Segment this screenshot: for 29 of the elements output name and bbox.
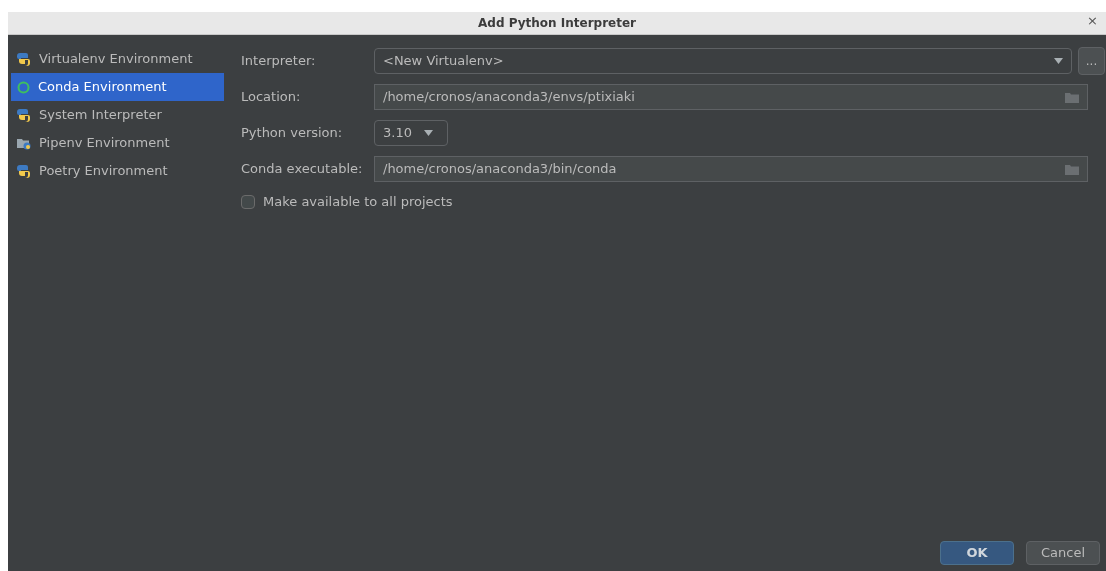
field-label: Conda executable: bbox=[241, 160, 364, 179]
snake-icon bbox=[17, 108, 31, 122]
caret-icon bbox=[1054, 58, 1063, 64]
snake-icon bbox=[17, 52, 31, 66]
close-button[interactable]: × bbox=[1083, 14, 1102, 27]
sidebar-item[interactable]: Virtualenv Environment bbox=[11, 45, 224, 73]
interpreter-dropdown[interactable]: <New Virtualenv> bbox=[374, 48, 1072, 74]
caret-icon bbox=[423, 130, 433, 136]
snake-icon bbox=[17, 164, 31, 178]
field-label: Location: bbox=[241, 88, 302, 107]
field-label: Python version: bbox=[241, 124, 344, 143]
browse-button[interactable]: ... bbox=[1078, 47, 1105, 75]
ok-button[interactable]: OK bbox=[940, 541, 1014, 565]
sidebar-item[interactable]: Conda Environment bbox=[11, 73, 224, 101]
sidebar-item[interactable]: Poetry Environment bbox=[11, 157, 224, 185]
sidebar-item[interactable]: Pipenv Environment bbox=[11, 129, 224, 157]
window-title: Add Python Interpreter bbox=[478, 15, 636, 32]
ring-icon bbox=[17, 80, 30, 94]
folder-icon[interactable] bbox=[1065, 163, 1079, 175]
folder-snake-icon bbox=[17, 136, 31, 150]
folder-icon[interactable] bbox=[1065, 91, 1079, 103]
cancel-button[interactable]: Cancel bbox=[1026, 541, 1100, 565]
checkbox-label: Make available to all projects bbox=[263, 193, 453, 212]
path-field[interactable]: /home/cronos/anaconda3/envs/ptixiaki bbox=[374, 84, 1088, 110]
version-dropdown[interactable]: 3.10 bbox=[374, 120, 448, 146]
checkbox[interactable] bbox=[241, 195, 255, 209]
path-field[interactable]: /home/cronos/anaconda3/bin/conda bbox=[374, 156, 1088, 182]
field-label: Interpreter: bbox=[241, 52, 317, 71]
sidebar-item[interactable]: System Interpreter bbox=[11, 101, 224, 129]
